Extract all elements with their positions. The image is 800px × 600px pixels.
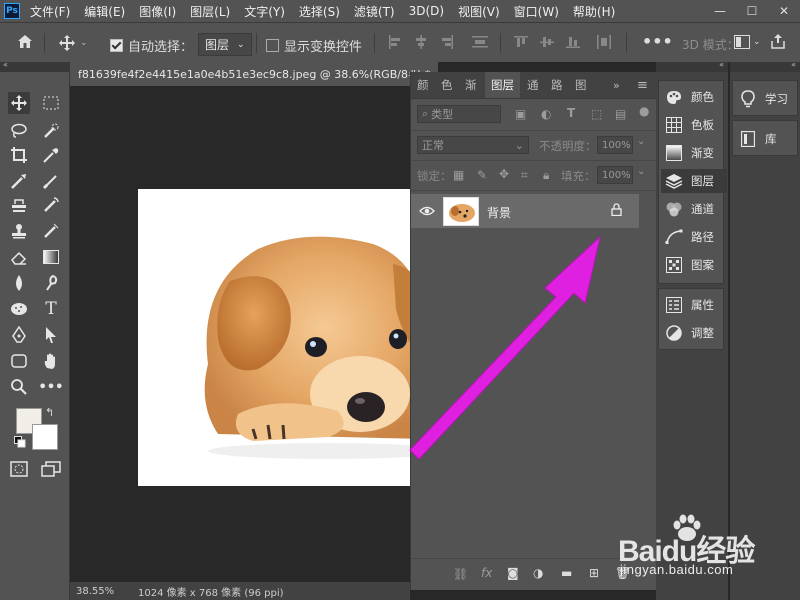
baidu-watermark: Baidu经验 jingyan.baidu.com: [618, 512, 798, 582]
annotation-arrow-shape: [409, 235, 601, 460]
annotation-arrow: [409, 235, 601, 460]
watermark-url: jingyan.baidu.com: [620, 562, 734, 577]
